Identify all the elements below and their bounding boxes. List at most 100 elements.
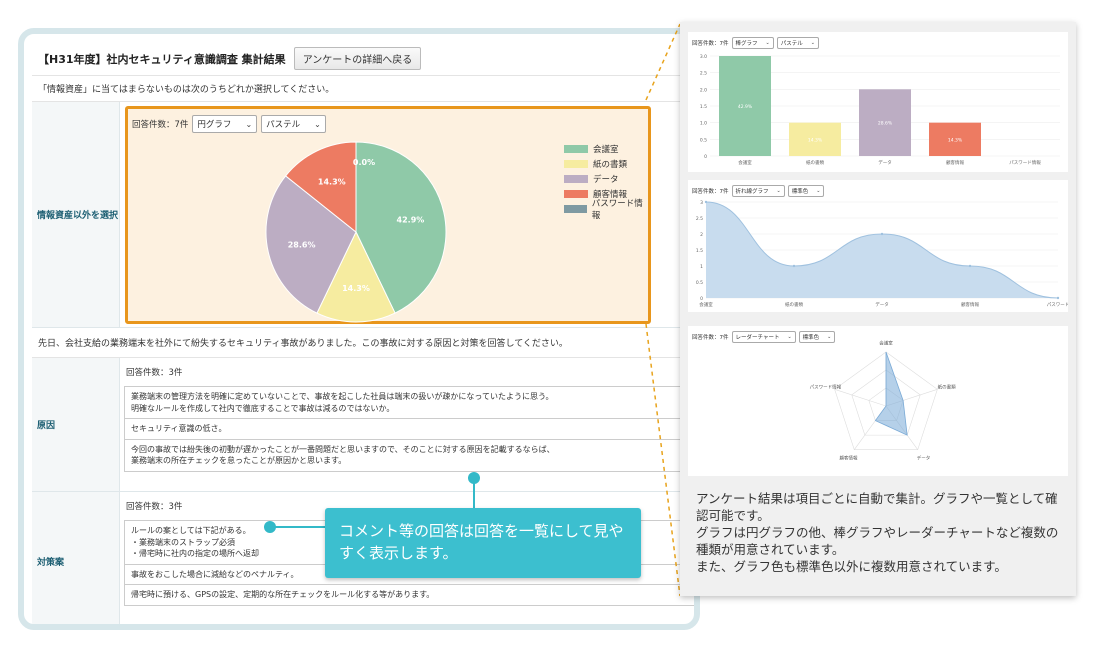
question-1-row: 情報資産以外を選択 回答件数：7件 円グラフ ⌄ パステル ⌄ 42.9% 14.3%…: [32, 102, 694, 328]
data-point: [704, 200, 708, 204]
legend-label: 会議室: [593, 145, 619, 155]
chart-variations-panel: 回答件数：7件 棒グラフ ⌄ パステル ⌄ 3.0 2.5 2.0 1.5 1.0 0.5 0 4…: [680, 22, 1076, 596]
y-tick-label: 2: [700, 232, 703, 238]
bar-chart-card: 回答件数：7件 棒グラフ ⌄ パステル ⌄ 3.0 2.5 2.0 1.5 1.0 0.5 0 4…: [688, 32, 1068, 172]
radar-axis: [834, 389, 887, 407]
y-tick-label: 0: [704, 154, 707, 160]
radar-axis-label: パスワード情報: [810, 383, 842, 390]
pie-value-label: 14.3%: [342, 284, 370, 293]
bar-value-label: 14.3%: [948, 137, 963, 143]
legend-item[interactable]: 紙の書類: [564, 158, 648, 170]
page-title: 【H31年度】社内セキュリティ意識調査 集計結果: [38, 52, 286, 66]
callout-dot: [264, 521, 276, 533]
x-tick-label: データ: [878, 159, 892, 166]
radar-axis-label: 会議室: [879, 339, 893, 346]
back-to-survey-button[interactable]: アンケートの詳細へ戻る: [293, 47, 422, 70]
question-1-label: 情報資産以外を選択: [32, 102, 120, 327]
y-tick-label: 1: [700, 264, 703, 270]
question-1-text: 「情報資産」に当てはまらないものは次のうちどれか選択してください。: [32, 76, 694, 102]
pie-value-label: 28.6%: [288, 240, 316, 249]
radar-axis-label: データ: [917, 455, 931, 462]
radar-axis-label: 紙の書類: [938, 383, 956, 390]
y-tick-label: 3: [700, 200, 703, 206]
line-chart-card: 回答件数：7件 折れ線グラフ ⌄ 標準色 ⌄ 3 2.5 2 1.5 1 0.5 0 会議室 紙の書…: [688, 180, 1069, 312]
cause-answer-list: 業務端末の管理方法を明確に定めていないことで、事故を起こした社員は端末の扱いが疎…: [124, 386, 694, 472]
cause-answer-count: 回答件数：3件: [126, 368, 183, 378]
chevron-down-icon: ⌄: [314, 119, 321, 129]
legend-swatch: [564, 190, 588, 198]
y-tick-label: 2.0: [700, 87, 707, 93]
legend-item[interactable]: データ: [564, 173, 648, 185]
legend-label: 紙の書類: [593, 160, 628, 170]
callout-box: コメント等の回答は回答を一覧にして見やすく表示します。: [325, 508, 641, 578]
measure-label: 対策案: [32, 492, 120, 624]
line-type-select[interactable]: 折れ線グラフ ⌄: [731, 185, 785, 197]
radar-answer-count: 回答件数：7件: [692, 335, 729, 341]
pie-value-label: 42.9%: [397, 216, 425, 225]
legend-item[interactable]: 会議室: [564, 143, 648, 155]
pie-chart-box: 回答件数：7件 円グラフ ⌄ パステル ⌄ 42.9% 14.3% 28.6% 14.3%…: [125, 106, 651, 324]
pie-value-label: 0.0%: [353, 158, 375, 167]
bar-value-label: 28.6%: [878, 121, 893, 127]
answer-item: 今回の事故では紛失後の初動が遅かったことが一番問題だと思いますので、そのことに対…: [124, 439, 694, 472]
y-tick-label: 2.5: [700, 71, 707, 77]
legend-swatch: [564, 160, 588, 168]
data-point: [1056, 296, 1060, 300]
chevron-down-icon: ⌄: [810, 40, 815, 46]
x-tick-label: データ: [875, 301, 889, 308]
legend-label: データ: [593, 175, 619, 185]
x-tick-label: 会議室: [699, 301, 713, 308]
x-tick-label: 紙の書類: [785, 301, 803, 308]
data-point: [880, 232, 884, 236]
x-tick-label: パスワード情報: [1009, 159, 1041, 166]
line-answer-count: 回答件数：7件: [692, 189, 729, 195]
y-tick-label: 1.5: [700, 104, 707, 110]
y-tick-label: 3.0: [700, 54, 707, 60]
bar-value-label: 42.9%: [738, 104, 753, 110]
answer-item: 業務端末の管理方法を明確に定めていないことで、事故を起こした社員は端末の扱いが疎…: [124, 387, 694, 420]
y-tick-label: 0.5: [696, 280, 703, 286]
line-color-select[interactable]: 標準色 ⌄: [787, 185, 825, 197]
radar-type-select[interactable]: レーダーチャート ⌄: [731, 331, 796, 343]
y-tick-label: 0: [700, 296, 703, 302]
legend-swatch: [564, 175, 588, 183]
x-tick-label: 顧客情報: [946, 159, 964, 166]
chevron-down-icon: ⌄: [787, 334, 792, 340]
bar-type-select[interactable]: 棒グラフ ⌄: [731, 37, 774, 49]
header-bar: 【H31年度】社内セキュリティ意識調査 集計結果 アンケートの詳細へ戻る: [32, 42, 694, 76]
callout-connector: [473, 480, 475, 510]
radar-color-select[interactable]: 標準色 ⌄: [798, 331, 836, 343]
answer-item: セキュリティ意識の低さ。: [124, 419, 694, 440]
color-select[interactable]: パステル ⌄: [261, 115, 326, 133]
x-tick-label: 顧客情報: [961, 301, 979, 308]
x-tick-label: 会議室: [738, 159, 752, 166]
chevron-down-icon: ⌄: [765, 40, 770, 46]
data-point: [968, 264, 972, 268]
callout-dot: [468, 472, 480, 484]
radar-axis-label: 顧客情報: [840, 455, 858, 462]
y-tick-label: 1.0: [700, 121, 707, 127]
chevron-down-icon: ⌄: [816, 188, 821, 194]
pie-value-label: 14.3%: [318, 178, 346, 187]
legend-swatch: [564, 205, 587, 213]
cause-row: 原因 回答件数：3件 業務端末の管理方法を明確に定めていないことで、事故を起こし…: [32, 358, 694, 492]
cause-label: 原因: [32, 358, 120, 491]
answer-count: 回答件数：7件: [132, 120, 189, 130]
legend-swatch: [564, 145, 588, 153]
pie-legend: 会議室 紙の書類 データ 顧客情報 パスワード情報: [564, 143, 648, 221]
y-tick-label: 0.5: [700, 137, 707, 143]
feature-description: アンケート結果は項目ごとに自動で集計。グラフや一覧として確認可能です。 グラフは円…: [696, 491, 1059, 574]
radar-chart-card: 回答件数：7件 レーダーチャート ⌄ 標準色 ⌄ 会議室紙の書類データ 顧客情報 パスワ…: [688, 326, 1068, 476]
x-tick-label: 紙の書類: [806, 159, 824, 166]
y-tick-label: 1.5: [696, 248, 703, 254]
chevron-down-icon: ⌄: [245, 119, 253, 129]
legend-item[interactable]: パスワード情報: [564, 199, 648, 221]
chevron-down-icon: ⌄: [776, 188, 781, 194]
radar-series: [874, 351, 908, 436]
answer-item: 帰宅時に預ける、GPSの設定、定期的な所在チェックをルール化する等があります。: [124, 585, 694, 606]
question-2-text: 先日、会社支給の業務端末を社外にて紛失するセキュリティ事故がありました。この事故…: [32, 328, 694, 358]
callout-connector: [275, 526, 327, 528]
bar-color-select[interactable]: パステル ⌄: [776, 37, 819, 49]
chart-type-select[interactable]: 円グラフ ⌄: [192, 115, 258, 133]
chevron-down-icon: ⌄: [827, 334, 832, 340]
